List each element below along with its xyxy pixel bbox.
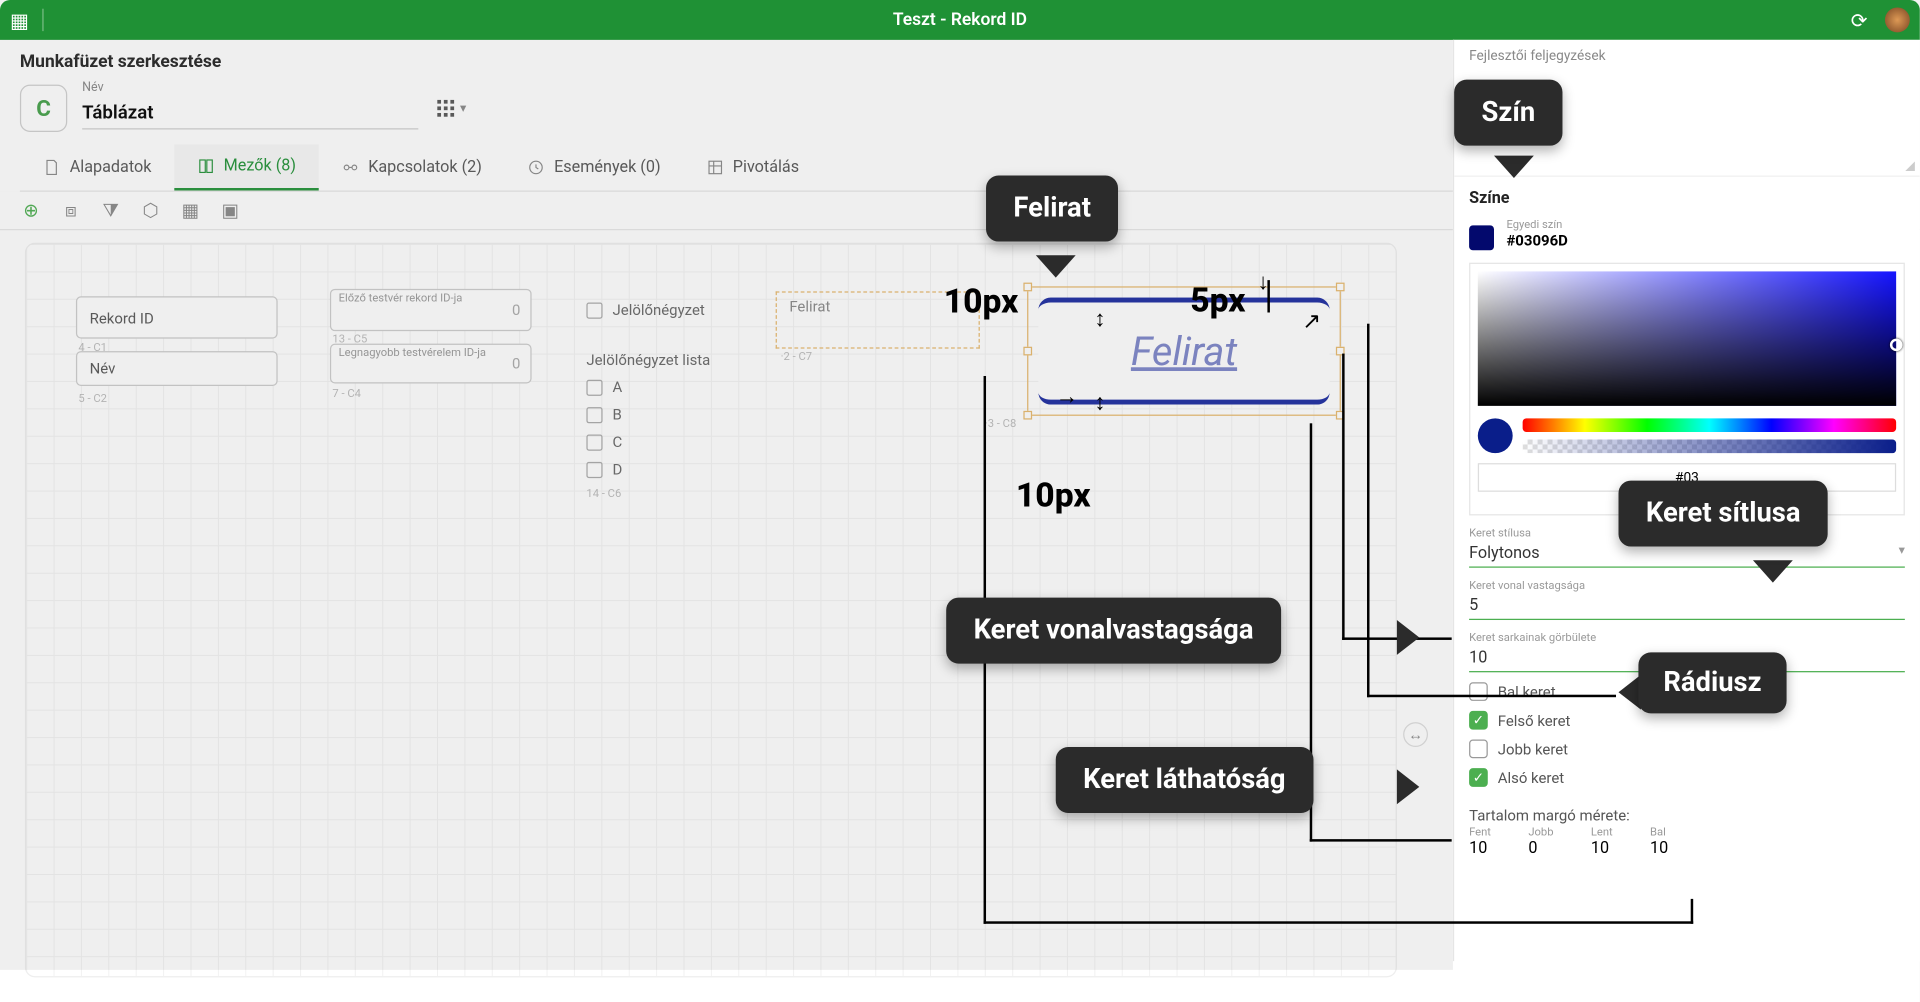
field-prev-sibling[interactable]: Előző testvér rekord ID-ja 0 (330, 289, 532, 331)
checkbox-icon (1469, 682, 1488, 701)
list-item[interactable]: C (586, 433, 622, 450)
anno-line (1367, 324, 1369, 698)
document-icon (42, 158, 61, 177)
titlebar: ▦ Teszt - Rekord ID ⟳ (0, 0, 1920, 40)
checkbox-field[interactable]: Jelölőnégyzet (586, 301, 704, 318)
border-right-check[interactable]: Jobb keret (1469, 740, 1905, 759)
border-bottom-check[interactable]: ✓Alsó keret (1469, 768, 1905, 787)
layout-grid-button[interactable]: ▾ (433, 91, 468, 126)
coord-label: ·2 - C7 (781, 351, 812, 363)
divider (42, 9, 43, 31)
hue-slider[interactable] (1523, 418, 1897, 432)
tab-pivot[interactable]: Pivotálás (683, 146, 822, 190)
felirat-element[interactable]: Felirat (1038, 298, 1329, 405)
avatar[interactable] (1885, 7, 1910, 32)
color-section-title: Színe (1454, 177, 1920, 213)
margin-bottom[interactable]: Lent10 (1591, 827, 1613, 858)
anno-arrow-updown: ↕ (1094, 309, 1105, 331)
tab-relations[interactable]: Kapcsolatok (2) (318, 146, 504, 190)
hex-value: #03096D (1506, 232, 1567, 249)
callout-keret-stilus: Keret sítlusa (1619, 481, 1828, 547)
margin-left[interactable]: Bal10 (1650, 827, 1668, 858)
field-nev[interactable]: Név (76, 351, 278, 386)
border-top-check[interactable]: ✓Felső keret (1469, 711, 1905, 730)
reload-icon[interactable]: ⟳ (1851, 8, 1868, 32)
chevron-down-icon: ▾ (460, 101, 466, 115)
org-badge[interactable]: C (20, 85, 67, 132)
anno-5px: 5px (1190, 280, 1245, 320)
relations-icon (341, 158, 360, 177)
callout-arrow (1036, 255, 1076, 277)
panel-resize-handle[interactable]: ↔ (1403, 722, 1428, 747)
tag-icon[interactable]: ⧩ (100, 199, 122, 221)
anno-arrow-down: ↓ (1257, 271, 1268, 293)
color-gradient[interactable] (1478, 271, 1896, 405)
coord-label: 5 - C2 (78, 393, 107, 405)
events-icon (527, 158, 546, 177)
anno-line (1691, 899, 1693, 924)
gradient-cursor[interactable] (1890, 339, 1902, 351)
anno-line (984, 921, 1694, 923)
table-icon[interactable]: ▦ (179, 199, 201, 221)
border-width-field[interactable]: Keret vonal vastagsága 5 (1454, 575, 1920, 620)
add-icon[interactable]: ⊕ (20, 199, 42, 221)
component-icon[interactable]: ▣ (219, 199, 241, 221)
callout-arrow (1397, 620, 1419, 655)
color-swatch[interactable] (1469, 225, 1494, 250)
current-color-dot (1478, 418, 1513, 453)
window-title: Teszt - Rekord ID (893, 10, 1027, 30)
anno-line (1310, 839, 1452, 841)
callout-arrow (1753, 560, 1793, 582)
margin-title: Tartalom margó mérete: (1454, 797, 1920, 827)
checkbox-icon (1469, 740, 1488, 759)
color-swatch-row: Egyedi szín #03096D (1454, 213, 1920, 255)
coord-label: 14 - C6 (586, 488, 621, 500)
tab-basic[interactable]: Alapadatok (20, 146, 174, 190)
callout-arrow (1494, 156, 1534, 178)
coord-label: ·3 - C8 (985, 418, 1016, 430)
coord-label: 7 - C4 (332, 388, 361, 400)
name-label: Név (82, 80, 103, 94)
anno-10px: 10px (944, 281, 1019, 321)
crop-icon[interactable]: ⧈ (60, 199, 82, 221)
callout-keret-vastagsag: Keret vonalvastagsága (946, 598, 1281, 664)
name-input[interactable] (82, 88, 418, 129)
field-record-id[interactable]: Rekord ID (76, 296, 278, 338)
app-menu-icon[interactable]: ▦ (10, 8, 35, 32)
warning-icon[interactable]: ⬡ (139, 199, 161, 221)
callout-felirat: Felirat (986, 176, 1118, 242)
color-picker[interactable]: He (1469, 263, 1905, 516)
list-item[interactable]: A (586, 378, 622, 395)
anno-line (1342, 354, 1344, 640)
tab-fields[interactable]: Mezők (8) (174, 144, 319, 190)
margin-right[interactable]: Jobb0 (1528, 827, 1553, 858)
callout-radiusz: Rádiusz (1638, 652, 1786, 713)
swatch-label: Egyedi szín (1506, 219, 1567, 231)
callout-keret-lathatosag: Keret láthatóság (1056, 747, 1313, 813)
anno-arrow-updown: ↕ (1094, 392, 1105, 414)
anno-arrow-right: → (1056, 386, 1078, 408)
field-oldest-sibling[interactable]: Legnagyobb testvérelem ID-ja 0 (330, 344, 532, 384)
checkbox-icon (586, 302, 602, 318)
grid-icon (435, 97, 457, 119)
tab-events[interactable]: Események (0) (504, 146, 683, 190)
checkbox-list-label: Jelölőnégyzet lista (586, 351, 710, 368)
chevron-down-icon: ▾ (1899, 544, 1905, 563)
list-item[interactable]: B (586, 406, 621, 423)
margin-row: Fent10 Jobb0 Lent10 Bal10 (1454, 827, 1920, 858)
pivot-icon (705, 158, 724, 177)
name-field: Név (82, 88, 418, 129)
anno-10px: 10px (1016, 476, 1091, 516)
alpha-slider[interactable] (1523, 439, 1897, 453)
callout-szin: Szín (1454, 80, 1562, 146)
margin-top[interactable]: Fent10 (1469, 827, 1491, 858)
anno-arrow-upright: ↗ (1302, 311, 1321, 333)
checkbox-icon: ✓ (1469, 768, 1488, 787)
anno-line (1367, 695, 1616, 697)
callout-arrow (1397, 769, 1419, 804)
checkbox-icon: ✓ (1469, 711, 1488, 730)
fields-icon (196, 157, 215, 176)
list-item[interactable]: D (586, 461, 622, 478)
